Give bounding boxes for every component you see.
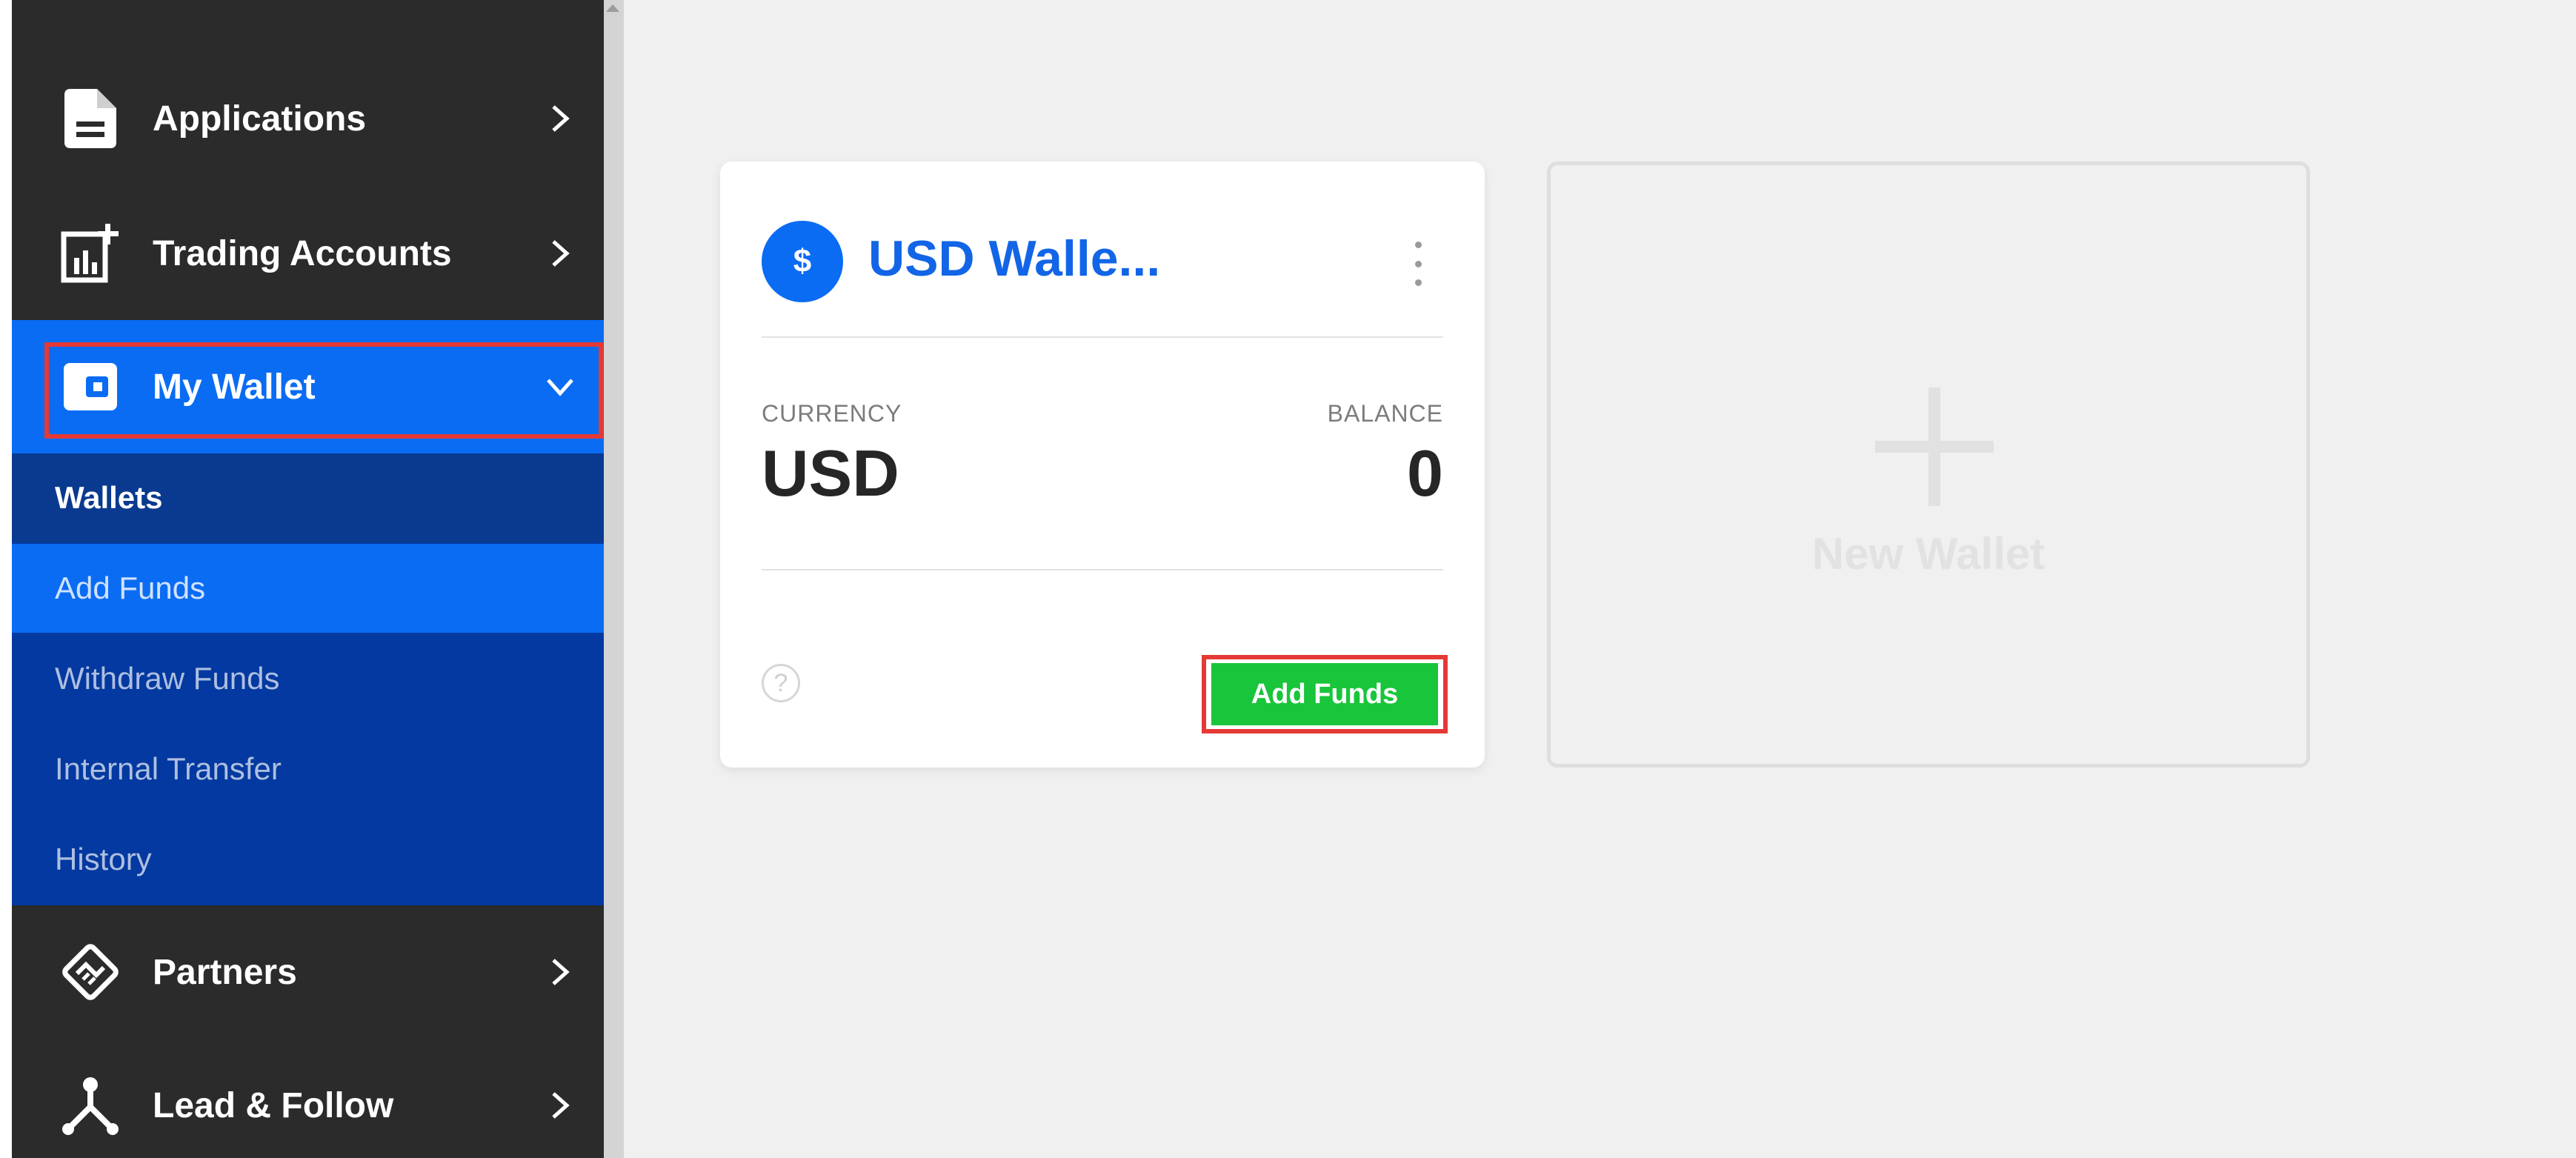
currency-label: CURRENCY — [762, 400, 902, 427]
add-funds-button[interactable]: Add Funds — [1211, 663, 1438, 725]
card-divider — [762, 569, 1443, 570]
sidebar-item-partners[interactable]: Partners — [12, 905, 604, 1039]
highlight-box-my-wallet — [44, 342, 603, 439]
kebab-menu-icon[interactable] — [1413, 242, 1423, 286]
handshake-icon — [61, 942, 120, 1002]
wallet-submenu: Wallets Add Funds Withdraw Funds Interna… — [12, 453, 604, 905]
plus-icon — [1875, 387, 1994, 506]
sidebar-item-label: Trading Accounts — [153, 233, 452, 273]
scrollbar[interactable] — [604, 0, 624, 1158]
chevron-right-icon — [545, 239, 575, 268]
wallet-card: $ USD Walle... CURRENCY USD BALANCE 0 ? … — [720, 162, 1485, 768]
new-wallet-card[interactable]: New Wallet — [1547, 162, 2310, 768]
currency-value: USD — [762, 436, 899, 510]
submenu-item-wallets[interactable]: Wallets — [12, 453, 604, 542]
sidebar-item-label: Lead & Follow — [153, 1085, 394, 1125]
wallet-title[interactable]: USD Walle... — [868, 230, 1160, 287]
sidebar-item-label: Partners — [153, 952, 297, 992]
dollar-icon: $ — [762, 221, 843, 302]
submenu-item-withdraw-funds[interactable]: Withdraw Funds — [12, 634, 604, 723]
chart-plus-icon — [61, 224, 120, 283]
balance-value: 0 — [1407, 436, 1443, 510]
help-icon[interactable]: ? — [762, 664, 800, 702]
document-icon — [61, 89, 120, 148]
submenu-item-internal-transfer[interactable]: Internal Transfer — [12, 725, 604, 813]
sidebar-item-applications[interactable]: Applications — [12, 52, 604, 185]
balance-label: BALANCE — [1327, 400, 1443, 427]
network-icon — [61, 1076, 120, 1135]
chevron-right-icon — [545, 957, 575, 987]
scroll-up-icon[interactable] — [606, 4, 619, 12]
sidebar-item-trading-accounts[interactable]: Trading Accounts — [12, 187, 604, 320]
submenu-item-add-funds[interactable]: Add Funds — [12, 544, 604, 633]
chevron-right-icon — [545, 1091, 575, 1120]
new-wallet-label: New Wallet — [1811, 529, 2046, 579]
sidebar: Applications Trading Accounts My Wallet … — [0, 0, 604, 1158]
card-divider — [762, 336, 1443, 338]
sidebar-item-label: Applications — [153, 99, 367, 139]
sidebar-item-lead-follow[interactable]: Lead & Follow — [12, 1039, 604, 1158]
chevron-right-icon — [545, 104, 575, 133]
sidebar-edge — [0, 0, 12, 1158]
submenu-item-history[interactable]: History — [12, 815, 604, 904]
